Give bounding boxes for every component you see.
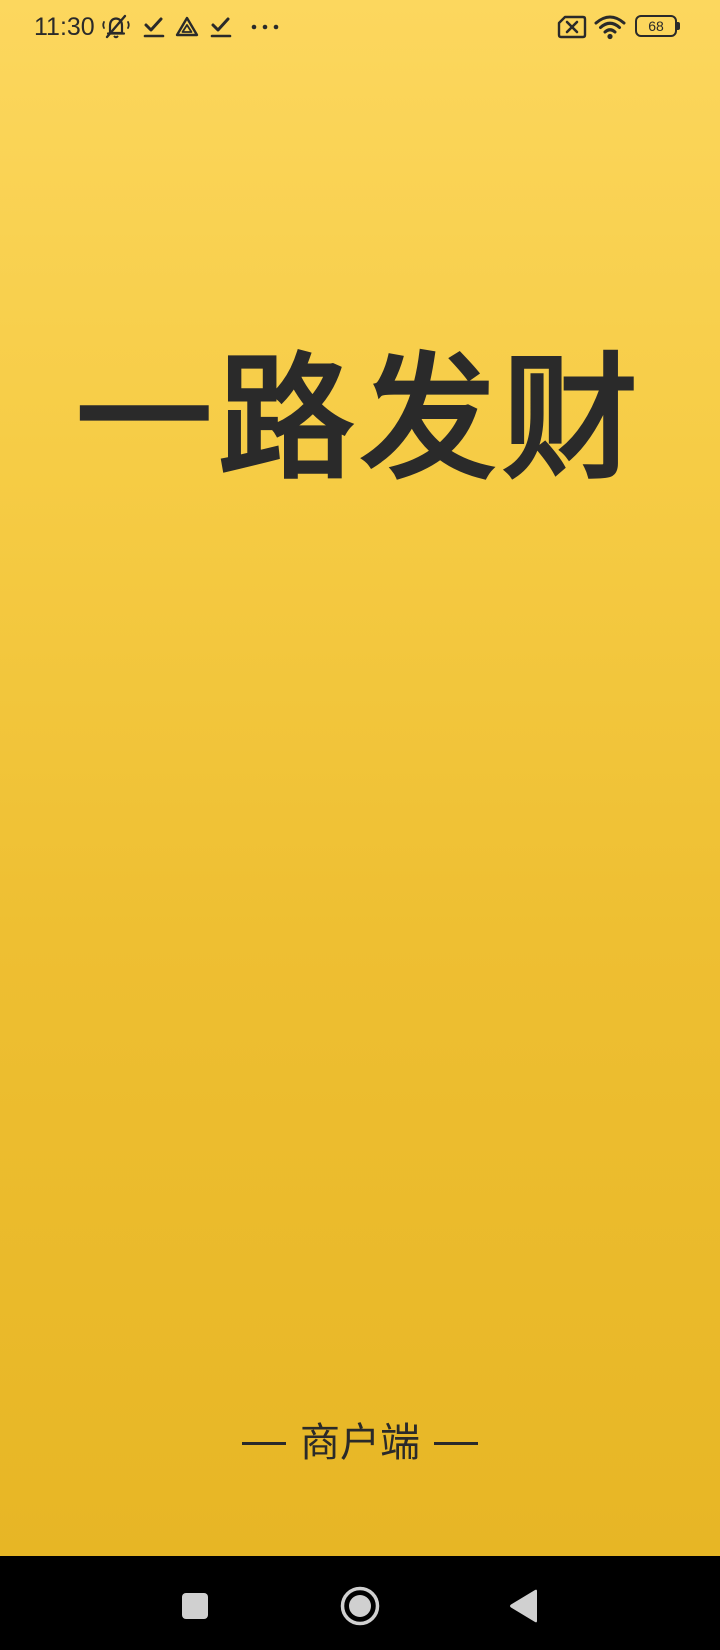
status-time: 11:30: [34, 13, 95, 41]
recents-square-icon[interactable]: [173, 1584, 217, 1628]
app-subtitle: 商户端: [300, 1420, 420, 1466]
wifi-icon: [594, 12, 626, 42]
subtitle-dash-left: [242, 1441, 286, 1445]
subtitle-row: 商户端: [0, 1418, 720, 1468]
screen: 11:30 68 一路发财 商户端: [0, 0, 720, 1650]
app-title: 一路发财: [76, 341, 644, 499]
checkmark-icon: [209, 12, 233, 42]
battery-cap: [677, 22, 680, 30]
battery-level: 68: [648, 18, 664, 34]
silent-bell-icon: [100, 12, 132, 42]
more-dots-icon: [250, 12, 280, 42]
no-sim-icon: [557, 12, 587, 42]
status-bar: 11:30 68: [0, 0, 720, 54]
back-triangle-icon[interactable]: [502, 1584, 546, 1628]
subtitle-dash-right: [434, 1441, 478, 1445]
home-circle-icon[interactable]: [338, 1584, 382, 1628]
triangle-app-icon: [174, 12, 200, 42]
splash-screen: 11:30 68 一路发财 商户端: [0, 0, 720, 1556]
battery-icon: 68: [635, 15, 680, 37]
checkmark-icon: [142, 12, 166, 42]
